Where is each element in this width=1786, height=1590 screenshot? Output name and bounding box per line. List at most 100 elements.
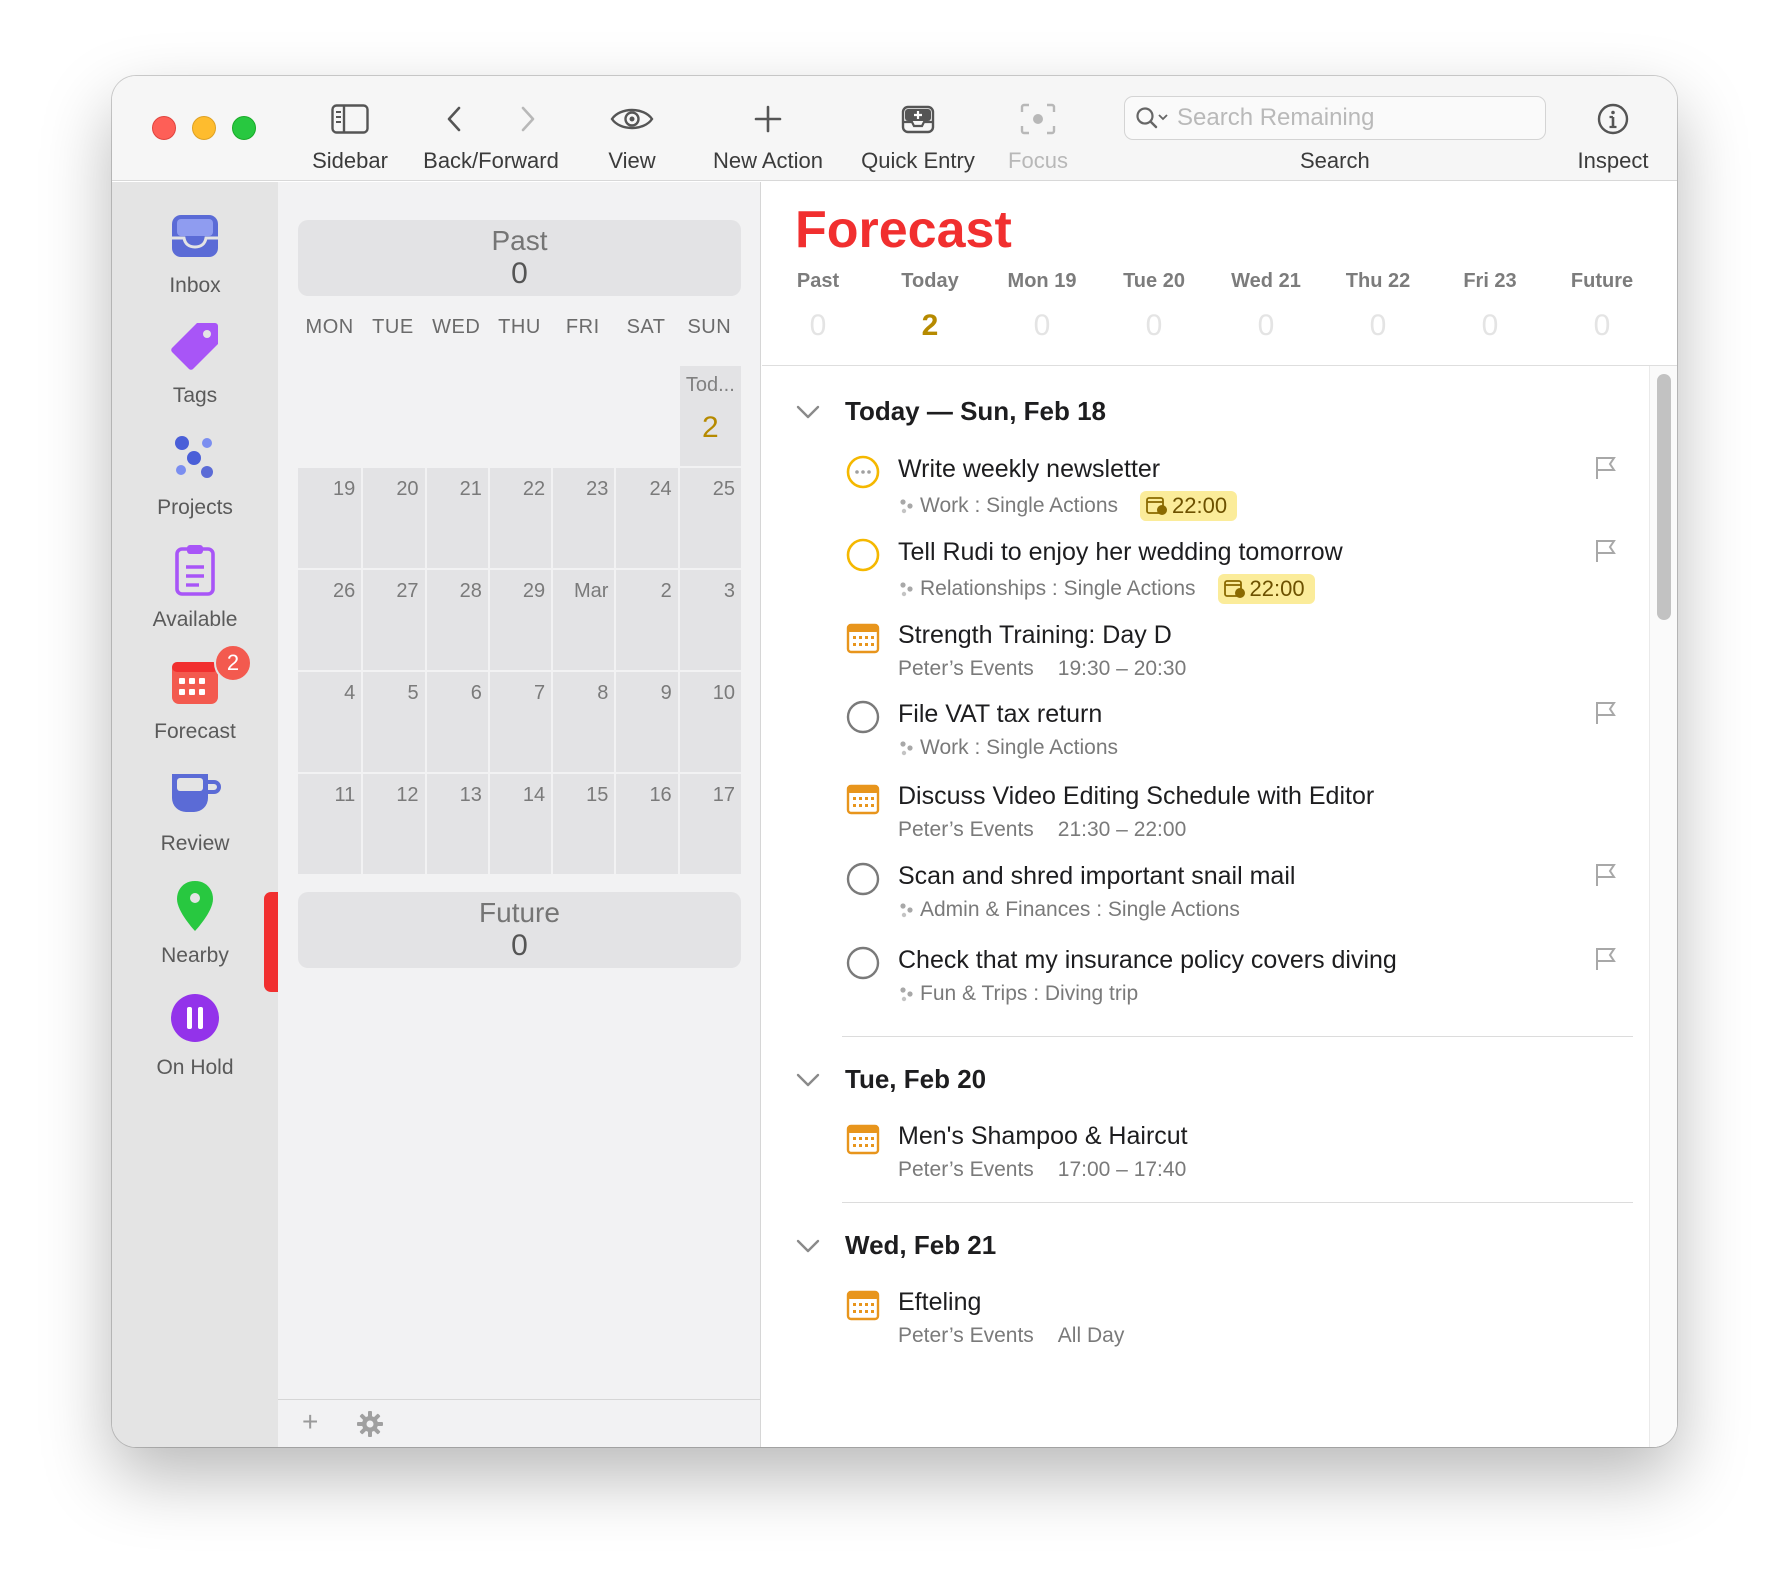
scrollbar-thumb[interactable] <box>1657 374 1671 620</box>
checkbox-icon[interactable] <box>846 862 880 896</box>
scrollbar[interactable] <box>1649 366 1677 1447</box>
project-link[interactable]: Work : Single Actions <box>920 736 1118 760</box>
sidebar-item-available[interactable]: Available <box>112 540 278 650</box>
task-row[interactable]: File VAT tax return Work : Single Action… <box>846 694 1629 774</box>
project-icon <box>900 499 913 514</box>
calendar-day[interactable]: 12 <box>361 774 425 874</box>
project-link[interactable]: Work : Single Actions <box>920 494 1118 518</box>
calendar-day[interactable]: 19 <box>298 468 362 568</box>
calendar-day[interactable]: 29 <box>487 570 552 670</box>
project-link[interactable]: Fun & Trips : Diving trip <box>920 982 1138 1006</box>
forecast-day-tabs: Past 0 Today 2 Mon 19 0 Tue 20 0 Wed 21 … <box>762 270 1662 360</box>
calendar-day[interactable]: 15 <box>551 774 615 874</box>
task-row[interactable]: Write weekly newsletter Work : Single Ac… <box>846 449 1629 529</box>
back-chevron-icon[interactable] <box>446 106 462 132</box>
calendar-day[interactable]: 5 <box>361 672 425 772</box>
calendar-day[interactable]: 28 <box>424 570 488 670</box>
calendar-event-row[interactable]: Efteling Peter’s Events All Day <box>846 1282 1629 1362</box>
calendar-day-today[interactable]: Tod... 2 <box>677 366 741 466</box>
minimize-window-button[interactable] <box>192 116 216 140</box>
chevron-down-icon[interactable] <box>795 1067 821 1093</box>
due-soon-checkbox-icon[interactable] <box>846 538 880 572</box>
flag-icon[interactable] <box>1593 700 1619 726</box>
calendar-day[interactable]: 16 <box>614 774 678 874</box>
calendar-day[interactable]: 22 <box>487 468 552 568</box>
search-input[interactable] <box>1177 104 1527 132</box>
sidebar-item-forecast[interactable]: 2 Forecast <box>112 644 278 762</box>
sidebar-item-review[interactable]: Review <box>112 764 278 874</box>
calendar-event-row[interactable]: Discuss Video Editing Schedule with Edit… <box>846 776 1629 856</box>
calendar-day[interactable]: 4 <box>298 672 362 772</box>
sidebar-toggle-button[interactable]: Sidebar <box>300 98 400 178</box>
tab-past[interactable]: Past 0 <box>762 270 874 343</box>
calendar-day[interactable]: 17 <box>677 774 741 874</box>
flag-icon[interactable] <box>1593 455 1619 481</box>
calendar-day[interactable]: 11 <box>298 774 362 874</box>
flag-icon[interactable] <box>1593 862 1619 888</box>
search-field[interactable] <box>1124 96 1546 140</box>
calendar-day[interactable]: 7 <box>487 672 552 772</box>
calendar-event-row[interactable]: Strength Training: Day D Peter’s Events … <box>846 615 1629 695</box>
calendar-day[interactable]: 24 <box>614 468 678 568</box>
calendar-day[interactable]: 25 <box>677 468 741 568</box>
tab-wed-21[interactable]: Wed 21 0 <box>1210 270 1322 343</box>
calendar-day[interactable]: 2 <box>614 570 678 670</box>
task-row[interactable]: Check that my insurance policy covers di… <box>846 940 1629 1020</box>
tab-tue-20[interactable]: Tue 20 0 <box>1098 270 1210 343</box>
calendar-day[interactable]: 14 <box>487 774 552 874</box>
due-checkbox-icon[interactable] <box>846 455 880 489</box>
close-window-button[interactable] <box>152 116 176 140</box>
flag-icon[interactable] <box>1593 538 1619 564</box>
checkbox-icon[interactable] <box>846 700 880 734</box>
tab-future[interactable]: Future 0 <box>1546 270 1658 343</box>
project-link[interactable]: Relationships : Single Actions <box>920 577 1196 601</box>
gear-icon[interactable] <box>356 1410 384 1445</box>
future-summary[interactable]: Future 0 <box>298 892 741 968</box>
zoom-window-button[interactable] <box>232 116 256 140</box>
calendar-week-row: 11 12 13 14 15 16 17 <box>298 772 741 874</box>
tab-today[interactable]: Today 2 <box>874 270 986 343</box>
calendar-day[interactable]: 27 <box>361 570 425 670</box>
add-button[interactable]: + <box>302 1406 318 1438</box>
focus-button[interactable]: Focus <box>998 98 1078 178</box>
calendar-day[interactable]: 10 <box>677 672 741 772</box>
section-header-tue-feb-20[interactable]: Tue, Feb 20 <box>795 1064 986 1095</box>
sidebar-item-tags[interactable]: Tags <box>112 316 278 426</box>
sidebar-item-inbox[interactable]: Inbox <box>112 206 278 316</box>
calendar-day[interactable]: 8 <box>551 672 615 772</box>
sidebar-icon <box>331 98 369 140</box>
new-action-button[interactable]: New Action <box>706 98 830 178</box>
project-link[interactable]: Admin & Finances : Single Actions <box>920 898 1240 922</box>
calendar-day[interactable]: 20 <box>361 468 425 568</box>
calendar-day[interactable]: Mar <box>551 570 615 670</box>
inspect-button[interactable]: Inspect <box>1568 98 1658 178</box>
calendar-day[interactable]: 21 <box>424 468 488 568</box>
checkbox-icon[interactable] <box>846 946 880 980</box>
calendar-day[interactable]: 9 <box>614 672 678 772</box>
sidebar-item-on-hold[interactable]: On Hold <box>112 988 278 1098</box>
forward-chevron-icon[interactable] <box>520 106 536 132</box>
tab-mon-19[interactable]: Mon 19 0 <box>986 270 1098 343</box>
chevron-down-icon[interactable] <box>795 399 821 425</box>
calendar-day[interactable]: 6 <box>424 672 488 772</box>
sidebar-item-projects[interactable]: Projects <box>112 428 278 538</box>
calendar-day[interactable]: 13 <box>424 774 488 874</box>
section-divider <box>842 1036 1633 1037</box>
calendar-event-row[interactable]: Men's Shampoo & Haircut Peter’s Events 1… <box>846 1116 1629 1196</box>
calendar-day[interactable]: 26 <box>298 570 362 670</box>
tab-thu-22[interactable]: Thu 22 0 <box>1322 270 1434 343</box>
calendar-day[interactable]: 23 <box>551 468 615 568</box>
task-row[interactable]: Tell Rudi to enjoy her wedding tomorrow … <box>846 532 1629 612</box>
task-row[interactable]: Scan and shred important snail mail Admi… <box>846 856 1629 936</box>
section-header-wed-feb-21[interactable]: Wed, Feb 21 <box>795 1230 996 1261</box>
quick-entry-button[interactable]: Quick Entry <box>856 98 980 178</box>
past-summary[interactable]: Past 0 <box>298 220 741 296</box>
view-button[interactable]: View <box>592 98 672 178</box>
calendar-event-icon <box>846 1124 880 1155</box>
section-header-today[interactable]: Today — Sun, Feb 18 <box>795 396 1106 427</box>
sidebar-item-nearby[interactable]: Nearby <box>112 876 278 986</box>
calendar-day[interactable]: 3 <box>677 570 741 670</box>
flag-icon[interactable] <box>1593 946 1619 972</box>
tab-fri-23[interactable]: Fri 23 0 <box>1434 270 1546 343</box>
chevron-down-icon[interactable] <box>795 1233 821 1259</box>
